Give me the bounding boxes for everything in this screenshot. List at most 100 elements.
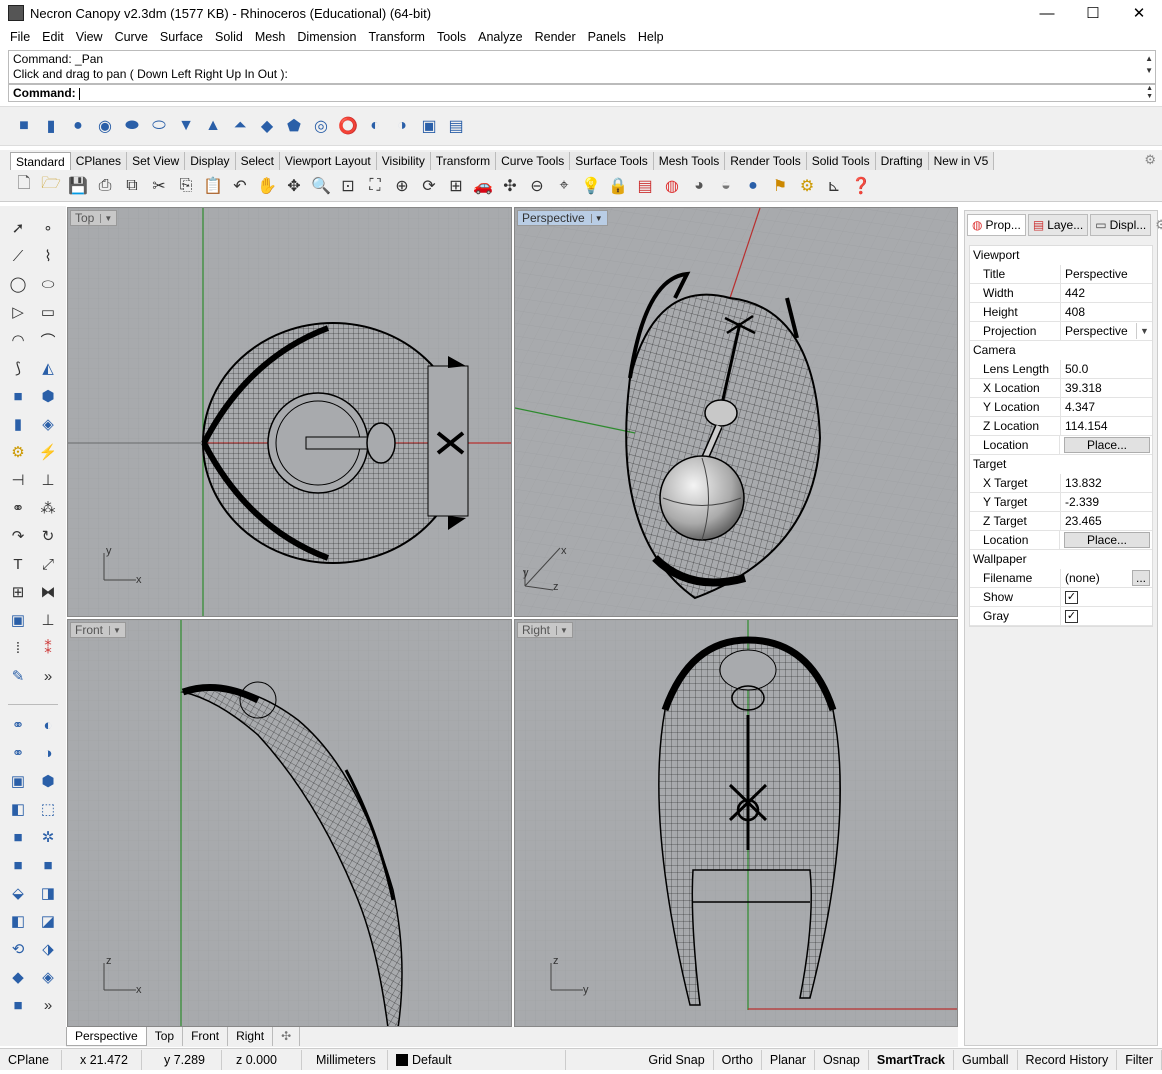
viewport-tab-perspective[interactable]: Perspective — [66, 1027, 147, 1046]
dimension-icon[interactable]: ⊾ — [822, 174, 846, 198]
osnap-icon[interactable]: ⌖ — [552, 174, 576, 198]
target-place-button[interactable]: Place... — [1064, 532, 1150, 548]
tab-transform[interactable]: Transform — [430, 152, 497, 170]
lock-icon[interactable]: 🔒 — [606, 174, 630, 198]
spotlight-icon[interactable]: ⚑ — [768, 174, 792, 198]
extrude-face-icon[interactable]: ⬚ — [35, 797, 61, 821]
browse-button[interactable]: ... — [1132, 570, 1150, 586]
torus-icon[interactable]: ⭕ — [336, 114, 360, 138]
polygon-icon[interactable]: ▷ — [5, 300, 31, 324]
sphere-icon[interactable]: ● — [66, 114, 90, 138]
viewport-top[interactable]: y x Top ▼ — [67, 207, 512, 617]
command-history[interactable]: Command: _Pan Click and drag to pan ( Do… — [8, 50, 1156, 84]
viewport-label-top[interactable]: Top ▼ — [70, 210, 118, 226]
grid-snap-toggle[interactable]: Grid Snap — [640, 1049, 714, 1070]
camera-place-button[interactable]: Place... — [1064, 437, 1150, 453]
rotate-hole-icon[interactable]: ⟲ — [5, 937, 31, 961]
cut-icon[interactable]: ✂ — [147, 174, 171, 198]
tab-curve-tools[interactable]: Curve Tools — [496, 152, 571, 170]
units-display[interactable]: Millimeters — [302, 1049, 388, 1070]
render-sphere-icon[interactable]: ◒ — [714, 174, 738, 198]
menu-edit[interactable]: Edit — [36, 30, 70, 44]
boolean-icon[interactable]: ⬢ — [35, 384, 61, 408]
scale-icon[interactable]: ⤢ — [35, 552, 61, 576]
mirror-icon[interactable]: ⧓ — [35, 580, 61, 604]
boolean-intersect-icon[interactable]: ⚭ — [5, 741, 31, 765]
menu-tools[interactable]: Tools — [431, 30, 472, 44]
prop-value-lens[interactable]: 50.0 — [1061, 360, 1152, 378]
paraboloid-icon[interactable]: ⬭ — [147, 114, 171, 138]
tube-icon[interactable]: ◎ — [309, 114, 333, 138]
array-icon[interactable]: ⊞ — [5, 580, 31, 604]
boolean-union-icon[interactable]: ⚭ — [5, 713, 31, 737]
viewport-right[interactable]: z y Right ▼ — [514, 619, 958, 1027]
chamfer-edge-icon[interactable]: ✲ — [35, 825, 61, 849]
extrude-icon[interactable]: ▣ — [417, 114, 441, 138]
osnap-toggle[interactable]: Osnap — [815, 1049, 869, 1070]
current-layer[interactable]: Default — [388, 1049, 566, 1070]
history-icon[interactable]: ⁑ — [35, 636, 61, 660]
slab-icon[interactable]: ▤ — [444, 114, 468, 138]
array-hole-icon[interactable]: ⬗ — [35, 937, 61, 961]
move-icon[interactable]: ↷ — [5, 524, 31, 548]
print-icon[interactable]: ⎙ — [93, 174, 117, 198]
prop-value-width[interactable]: 442 — [1061, 284, 1152, 302]
more-solid-tools-icon[interactable]: » — [35, 993, 61, 1017]
select-arrow-icon[interactable]: ➚ — [5, 216, 31, 240]
render-blue-sphere-icon[interactable]: ● — [741, 174, 765, 198]
prop-value-xloc[interactable]: 39.318 — [1061, 379, 1152, 397]
zoom-extents-icon[interactable]: ⛶ — [363, 174, 387, 198]
smarttrack-toggle[interactable]: SmartTrack — [869, 1049, 954, 1070]
truncated-pyramid-icon[interactable]: ◆ — [255, 114, 279, 138]
dropdown-arrow-icon[interactable]: ▼ — [109, 625, 121, 635]
minimize-button[interactable]: — — [1024, 0, 1070, 26]
more-tools-icon[interactable]: » — [35, 664, 61, 688]
chevron-down-icon[interactable]: ▼ — [1136, 323, 1152, 339]
menu-solid[interactable]: Solid — [209, 30, 249, 44]
ellipsoid-icon[interactable]: ⬬ — [120, 114, 144, 138]
help-icon[interactable]: ❓ — [849, 174, 873, 198]
tab-display[interactable]: Display — [185, 152, 236, 170]
extract-surface-icon[interactable]: ◧ — [5, 797, 31, 821]
solid-box-icon[interactable]: ■ — [5, 384, 31, 408]
solid-edit-icon[interactable]: ■ — [5, 853, 31, 877]
move-edge-icon[interactable]: ◧ — [5, 909, 31, 933]
undo-icon[interactable]: ↶ — [228, 174, 252, 198]
gear-tool-icon[interactable]: ⚙ — [5, 440, 31, 464]
viewport-tab-right[interactable]: Right — [228, 1027, 274, 1046]
paste-icon[interactable]: 📋 — [201, 174, 225, 198]
boolean-difference-icon[interactable]: ◐ — [35, 713, 61, 737]
options-gear-icon[interactable]: ⚙ — [795, 174, 819, 198]
solid-edit2-icon[interactable]: ■ — [35, 853, 61, 877]
menu-analyze[interactable]: Analyze — [472, 30, 528, 44]
prop-value-height[interactable]: 408 — [1061, 303, 1152, 321]
command-scroll-arrows-icon[interactable]: ▲ ▼ — [1146, 85, 1153, 101]
projection-select[interactable]: Perspective ▼ — [1061, 322, 1152, 340]
surface-curve-icon[interactable]: ◭ — [35, 356, 61, 380]
record-history-toggle[interactable]: Record History — [1018, 1049, 1118, 1070]
viewport-label-perspective[interactable]: Perspective ▼ — [517, 210, 608, 226]
rotate-view-icon[interactable]: ✥ — [282, 174, 306, 198]
explode-icon[interactable]: ⁂ — [35, 496, 61, 520]
zoom-icon[interactable]: 🔍 — [309, 174, 333, 198]
maximize-button[interactable]: ☐ — [1070, 0, 1116, 26]
cylinder-icon[interactable]: ▮ — [39, 114, 63, 138]
prop-value-zloc[interactable]: 114.154 — [1061, 417, 1152, 435]
menu-transform[interactable]: Transform — [362, 30, 431, 44]
tab-properties[interactable]: ◍ Prop... — [967, 214, 1026, 236]
trim-icon[interactable]: ⊣ — [5, 468, 31, 492]
offset-icon[interactable]: ⟆ — [5, 356, 31, 380]
ellipsoid-flat-icon[interactable]: ⬟ — [282, 114, 306, 138]
cone-icon[interactable]: ▼ — [174, 114, 198, 138]
solid-tool-icon[interactable]: ■ — [5, 993, 31, 1017]
tab-mesh-tools[interactable]: Mesh Tools — [653, 152, 726, 170]
tab-standard[interactable]: Standard — [10, 152, 71, 170]
car-icon[interactable]: 🚗 — [471, 174, 495, 198]
gear-icon[interactable]: ⚙ — [1144, 152, 1156, 168]
panel-gear-icon[interactable]: ⚙ — [1155, 217, 1162, 233]
light-bulb-icon[interactable]: 💡 — [579, 174, 603, 198]
pipe-icon[interactable]: ◐ — [363, 114, 387, 138]
render-tool-icon[interactable]: ⚡ — [35, 440, 61, 464]
dropdown-arrow-icon[interactable]: ▼ — [556, 625, 568, 635]
fillet-edge-icon[interactable]: ■ — [5, 825, 31, 849]
